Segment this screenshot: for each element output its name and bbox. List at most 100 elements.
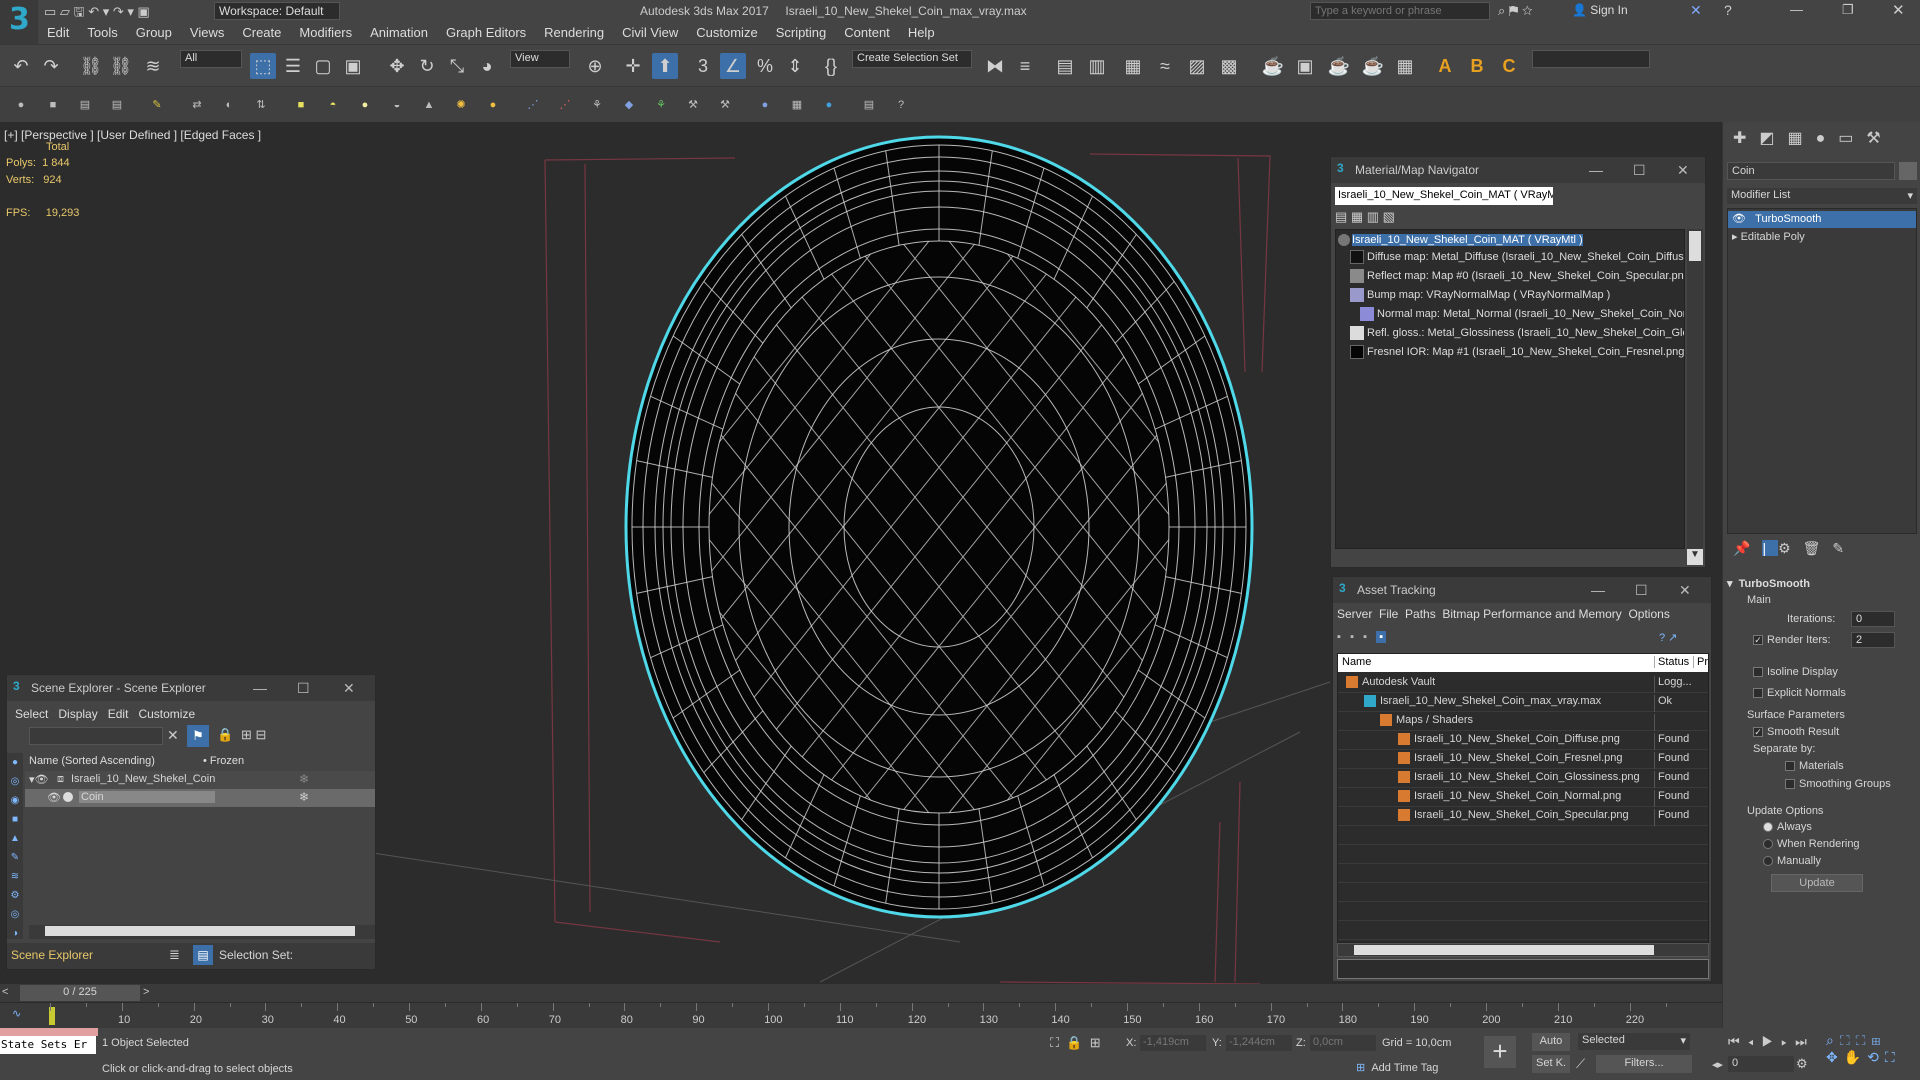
asset-menu-server[interactable]: Server <box>1337 607 1372 621</box>
material-editor-icon[interactable]: ▨ <box>1184 53 1210 79</box>
smooth-result-checkbox[interactable]: ✓ <box>1753 727 1763 738</box>
menu-edit[interactable]: Edit <box>38 22 78 43</box>
keyboard-shortcut-icon[interactable]: ⬆ <box>652 53 678 79</box>
col-pro[interactable]: Pro <box>1693 656 1708 668</box>
bind-spacewarp-icon[interactable]: ≋ <box>140 53 166 79</box>
smoothing-groups-checkbox[interactable] <box>1785 779 1795 790</box>
scale-icon[interactable]: ⤡ <box>444 53 470 79</box>
minimize-icon[interactable]: — <box>1790 2 1803 17</box>
menu-views[interactable]: Views <box>181 22 233 43</box>
asset-row[interactable]: Israeli_10_New_Shekel_Coin_max_vray.max O… <box>1338 693 1708 712</box>
tool-icon-12[interactable]: ◒ <box>388 96 406 114</box>
explorer-hscrollbar[interactable] <box>29 925 375 939</box>
eye-icon[interactable]: 👁 <box>1732 213 1746 225</box>
workspace-dropdown[interactable]: Workspace: Default <box>214 2 340 20</box>
scroll-down-icon[interactable]: ▼ <box>1687 549 1703 565</box>
update-manually-radio[interactable]: Manually <box>1763 855 1821 867</box>
manually-radio[interactable] <box>1763 856 1773 867</box>
curve-editor-icon[interactable]: ▦ <box>1120 53 1146 79</box>
tool-icon-10[interactable]: ◓ <box>324 96 342 114</box>
selection-set-icon[interactable]: ▤ <box>193 945 213 965</box>
tool-icon-3[interactable]: ▤ <box>76 96 94 114</box>
mat-tree-item[interactable]: Bump map: VRayNormalMap ( VRayNormalMap … <box>1350 288 1610 307</box>
compact-material-icon[interactable]: ▩ <box>1216 53 1242 79</box>
binoculars-icon[interactable]: ⌕ ⚑ ☆ <box>1498 3 1533 19</box>
playback-controls[interactable]: ⏮◂▶▸⏭ <box>1728 1034 1815 1050</box>
se-menu-select[interactable]: Select <box>15 707 48 721</box>
add-time-tag[interactable]: ⊞ Add Time Tag <box>1356 1061 1438 1074</box>
tool-icon-21[interactable]: ⚒ <box>684 96 702 114</box>
menu-help[interactable]: Help <box>899 22 944 43</box>
maximize-icon[interactable]: ☐ <box>297 680 310 697</box>
mat-tree-item[interactable]: Israeli_10_New_Shekel_Coin_MAT ( VRayMtl… <box>1338 232 1583 251</box>
scene-tree-row[interactable]: ▾👁 ⧈ Israeli_10_New_Shekel_Coin ❄ <box>25 771 375 789</box>
layer-explorer-icon[interactable]: ▤ <box>1052 53 1078 79</box>
mirror-icon[interactable]: ⧓ <box>982 53 1008 79</box>
tool-icon-24[interactable]: ▦ <box>788 96 806 114</box>
maxscript-mini-listener[interactable] <box>0 1028 98 1036</box>
mat-nav-view-icons[interactable]: ▤ ▦ ▥ ▧ <box>1335 209 1395 225</box>
se-menu-display[interactable]: Display <box>58 707 97 721</box>
clear-search-icon[interactable]: ✕ <box>167 727 179 744</box>
render-production-icon[interactable]: ☕ <box>1326 53 1352 79</box>
scene-search-input[interactable] <box>29 727 163 745</box>
asset-hscrollbar[interactable] <box>1337 943 1709 957</box>
tool-icon-23[interactable]: ● <box>756 96 774 114</box>
tool-icon-26[interactable]: ▤ <box>860 96 878 114</box>
tool-icon-2[interactable]: ■ <box>44 96 62 114</box>
named-selection-icon[interactable]: {} <box>818 53 844 79</box>
menu-customize[interactable]: Customize <box>687 22 766 43</box>
time-config-icon[interactable]: ⚙ <box>1796 1056 1808 1072</box>
curve-toggle-icon[interactable]: ∿ <box>12 1007 21 1020</box>
isoline-checkbox[interactable] <box>1753 667 1763 678</box>
window-crossing-icon[interactable]: ▣ <box>340 53 366 79</box>
selection-filter-dropdown[interactable]: All <box>180 50 242 68</box>
object-color-swatch[interactable] <box>1899 162 1917 180</box>
menu-content[interactable]: Content <box>835 22 899 43</box>
select-by-name-icon[interactable]: ☰ <box>280 53 306 79</box>
asset-row[interactable]: Israeli_10_New_Shekel_Coin_Specular.png F… <box>1338 807 1708 826</box>
text-c-icon[interactable]: C <box>1496 53 1522 79</box>
mat-tree-item[interactable]: Reflect map: Map #0 (Israeli_10_New_Shek… <box>1350 269 1684 288</box>
close-icon[interactable]: ✕ <box>1677 162 1689 179</box>
tool-icon-11[interactable]: ● <box>356 96 374 114</box>
close-icon[interactable]: ✕ <box>1892 1 1905 19</box>
freeze-icon[interactable]: ❄ <box>299 772 309 786</box>
restore-icon[interactable]: ❐ <box>1842 2 1854 18</box>
scene-explorer-titlebar[interactable]: 3 Scene Explorer - Scene Explorer — ☐ ✕ <box>7 675 375 701</box>
asset-menu-options[interactable]: Options <box>1628 607 1669 621</box>
tool-icon-4[interactable]: ▤ <box>108 96 126 114</box>
freeze-icon[interactable]: ❄ <box>299 790 309 804</box>
asset-titlebar[interactable]: 3 Asset Tracking — ☐ ✕ <box>1333 577 1711 603</box>
mat-nav-titlebar[interactable]: 3 Material/Map Navigator — ☐ ✕ <box>1331 157 1705 183</box>
menu-rendering[interactable]: Rendering <box>535 22 613 43</box>
tool-icon-6[interactable]: ⇄ <box>188 96 206 114</box>
mat-nav-scrollbar[interactable] <box>1687 229 1703 549</box>
menu-create[interactable]: Create <box>233 22 290 43</box>
render-setup-icon[interactable]: ☕ <box>1260 53 1286 79</box>
asset-row[interactable]: Israeli_10_New_Shekel_Coin_Normal.png Fou… <box>1338 788 1708 807</box>
viewport-nav-controls[interactable]: ⌕⛶⛶⊞ ✥✋⟲⛶ <box>1826 1032 1901 1066</box>
undo-icon[interactable]: ↶ <box>8 53 34 79</box>
time-slider[interactable]: < 0 / 225 > <box>0 984 1722 1002</box>
tool-icon-20[interactable]: ⚘ <box>652 96 670 114</box>
filter-icon[interactable]: ⚑ <box>187 725 209 747</box>
link-icon[interactable]: ⛓ <box>78 53 104 79</box>
auto-key-button[interactable]: Auto <box>1532 1033 1570 1051</box>
minimize-icon[interactable]: — <box>1591 582 1605 598</box>
menu-modifiers[interactable]: Modifiers <box>290 22 361 43</box>
toolbar-extra-dropdown[interactable] <box>1532 50 1650 68</box>
asset-row[interactable]: Israeli_10_New_Shekel_Coin_Diffuse.png Fo… <box>1338 731 1708 750</box>
tool-icon-7[interactable]: ◐ <box>220 96 238 114</box>
asset-menu-bitmap[interactable]: Bitmap Performance and Memory <box>1442 607 1621 621</box>
command-panel-tabs[interactable]: ✚◩▦●▭⚒ <box>1733 128 1894 148</box>
tool-icon-16[interactable]: ⋰ <box>524 96 542 114</box>
smooth-result-toggle[interactable]: ✓ Smooth Result <box>1753 726 1839 738</box>
mat-tree-item[interactable]: Diffuse map: Metal_Diffuse (Israeli_10_N… <box>1350 250 1684 269</box>
always-radio[interactable] <box>1763 822 1773 833</box>
help-search-input[interactable] <box>1311 3 1489 19</box>
close-icon[interactable]: ✕ <box>343 680 355 697</box>
ribbon-icon[interactable]: ▥ <box>1084 53 1110 79</box>
z-coord-field[interactable]: 0,0cm <box>1310 1035 1376 1051</box>
schematic-view-icon[interactable]: ≈ <box>1152 53 1178 79</box>
